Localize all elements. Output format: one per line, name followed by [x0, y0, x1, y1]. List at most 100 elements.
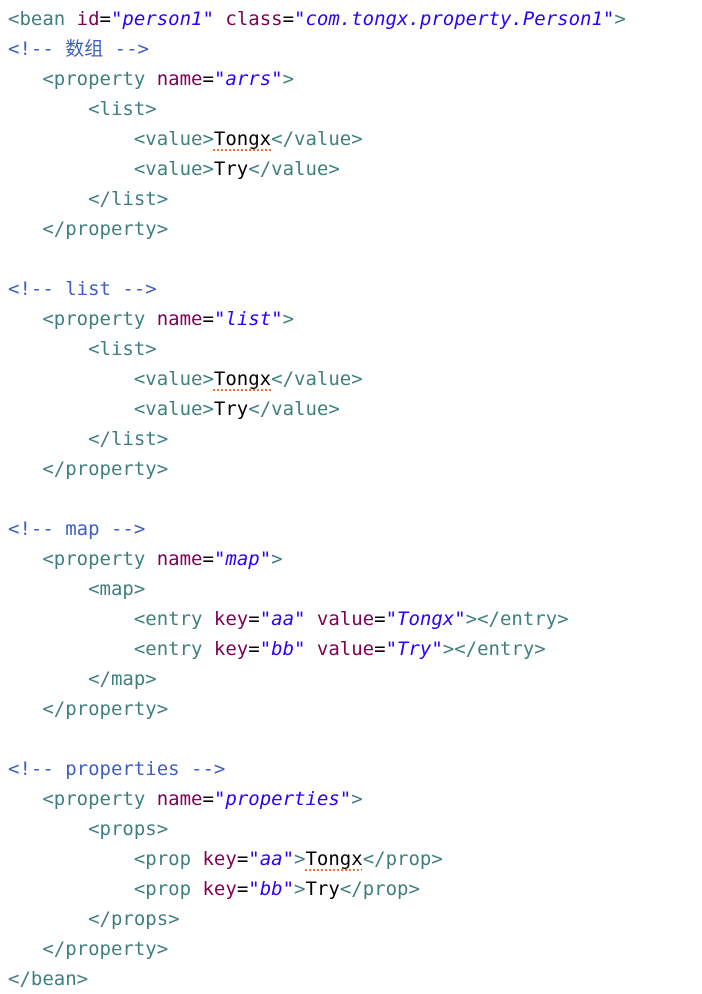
- xml-tag-token: <property: [42, 788, 157, 810]
- code-line[interactable]: </map>: [8, 664, 157, 694]
- code-line[interactable]: <!-- list -->: [8, 274, 157, 304]
- xml-tag-token: </prop>: [339, 878, 420, 900]
- code-line[interactable]: </property>: [8, 934, 168, 964]
- code-line[interactable]: </property>: [8, 694, 168, 724]
- attribute-name-token: value: [316, 638, 375, 660]
- code-line[interactable]: <entry key="bb" value="Try"></entry>: [8, 634, 546, 664]
- xml-tag-token: <prop: [133, 848, 203, 870]
- xml-tag-token: [305, 638, 316, 660]
- attribute-value-token: "bb": [248, 878, 295, 900]
- attribute-name-token: name: [156, 68, 203, 90]
- code-line[interactable]: </list>: [8, 184, 168, 214]
- comment-token: <!-- list -->: [8, 278, 157, 300]
- code-line[interactable]: <prop key="bb">Try</prop>: [8, 874, 420, 904]
- code-line[interactable]: <entry key="aa" value="Tongx"></entry>: [8, 604, 569, 634]
- code-line[interactable]: <value>Try</value>: [8, 154, 340, 184]
- misspelled-word: Tongx: [213, 128, 272, 150]
- xml-tag-token: <property: [42, 68, 157, 90]
- attribute-value-token: "aa": [259, 608, 306, 630]
- attribute-value-token: "map": [213, 548, 272, 570]
- code-line[interactable]: </list>: [8, 424, 168, 454]
- xml-tag-token: <entry: [133, 608, 214, 630]
- code-line[interactable]: </property>: [8, 454, 168, 484]
- code-line[interactable]: <!-- properties -->: [8, 754, 225, 784]
- attribute-value-token: "Try": [385, 638, 443, 660]
- attribute-value-token: "arrs": [213, 68, 283, 90]
- code-line[interactable]: <!-- 数组 -->: [8, 34, 149, 64]
- code-line[interactable]: <property name="properties">: [8, 784, 363, 814]
- xml-tag-token: <value>: [133, 368, 214, 390]
- attribute-value-token: "person1": [110, 8, 214, 30]
- code-line[interactable]: </property>: [8, 214, 168, 244]
- equals-token: =: [236, 848, 249, 870]
- equals-token: =: [236, 878, 249, 900]
- attribute-value-token: "bb": [259, 638, 306, 660]
- xml-tag-token: </value>: [248, 158, 340, 180]
- xml-tag-token: </property>: [42, 218, 169, 240]
- attribute-value-token: "aa": [248, 848, 295, 870]
- xml-tag-token: <property: [42, 548, 157, 570]
- code-line[interactable]: </bean>: [8, 964, 88, 994]
- code-line[interactable]: <map>: [8, 574, 145, 604]
- code-line[interactable]: <property name="map">: [8, 544, 282, 574]
- code-line[interactable]: <props>: [8, 814, 168, 844]
- xml-tag-token: >: [351, 788, 363, 810]
- xml-tag-token: >: [282, 308, 295, 330]
- xml-tag-token: </prop>: [362, 848, 443, 870]
- xml-tag-token: ></entry>: [442, 638, 546, 660]
- code-line[interactable]: <property name="arrs">: [8, 64, 294, 94]
- xml-tag-token: <bean: [8, 8, 77, 30]
- code-line[interactable]: <bean id="person1" class="com.tongx.prop…: [8, 4, 626, 34]
- code-line[interactable]: <list>: [8, 94, 157, 124]
- text-content-token: Try: [213, 158, 249, 180]
- attribute-value-token: "com.tongx.property.Person1": [294, 8, 615, 30]
- xml-tag-token: <property: [42, 308, 157, 330]
- xml-tag-token: >: [614, 8, 626, 30]
- misspelled-word: Tongx: [213, 368, 272, 390]
- xml-tag-token: >: [294, 878, 306, 900]
- attribute-value-token: "Tongx": [385, 608, 466, 630]
- comment-token: <!-- map -->: [8, 518, 146, 540]
- attribute-name-token: name: [156, 548, 203, 570]
- code-line[interactable]: <property name="list">: [8, 304, 294, 334]
- xml-tag-token: </value>: [271, 368, 363, 390]
- xml-tag-token: >: [294, 848, 306, 870]
- code-line[interactable]: <value>Tongx</value>: [8, 124, 363, 154]
- code-line[interactable]: <!-- map -->: [8, 514, 145, 544]
- equals-token: =: [202, 788, 214, 810]
- code-line[interactable]: <list>: [8, 334, 157, 364]
- code-line[interactable]: <value>Try</value>: [8, 394, 340, 424]
- xml-tag-token: >: [282, 68, 295, 90]
- xml-code-editor[interactable]: <bean id="person1" class="com.tongx.prop…: [0, 0, 702, 992]
- code-line[interactable]: </props>: [8, 904, 180, 934]
- xml-tag-token: </list>: [88, 428, 169, 450]
- attribute-name-token: class: [225, 8, 283, 30]
- equals-token: =: [248, 638, 260, 660]
- equals-token: =: [202, 548, 214, 570]
- xml-tag-token: </value>: [248, 398, 340, 420]
- text-content-token: Try: [305, 878, 340, 900]
- code-line[interactable]: <value>Tongx</value>: [8, 364, 363, 394]
- code-line[interactable]: <prop key="aa">Tongx</prop>: [8, 844, 443, 874]
- xml-tag-token: <prop: [133, 878, 203, 900]
- xml-tag-token: <list>: [88, 338, 157, 360]
- xml-tag-token: </props>: [88, 908, 180, 930]
- xml-tag-token: </bean>: [8, 968, 89, 990]
- attribute-name-token: key: [213, 638, 249, 660]
- xml-tag-token: <list>: [88, 98, 157, 120]
- xml-tag-token: </value>: [271, 128, 363, 150]
- xml-tag-token: <props>: [88, 818, 169, 840]
